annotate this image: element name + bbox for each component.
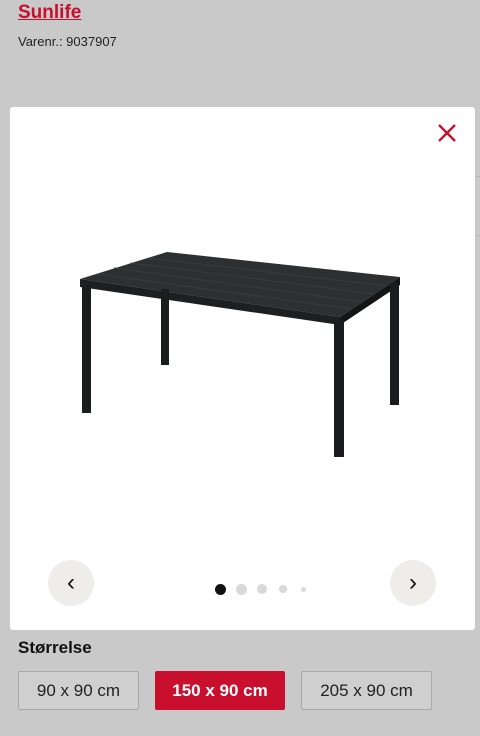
- pagination-dot[interactable]: [215, 583, 226, 595]
- close-icon[interactable]: [435, 121, 459, 145]
- pagination-dot[interactable]: [279, 585, 287, 593]
- pagination-dot[interactable]: [301, 586, 306, 592]
- size-heading: Størrelse: [18, 638, 92, 657]
- pagination-dot[interactable]: [236, 583, 247, 595]
- product-image-table: [80, 252, 400, 457]
- size-option-90x90[interactable]: 90 x 90 cm: [18, 671, 139, 710]
- size-option-205x90[interactable]: 205 x 90 cm: [301, 671, 432, 710]
- gallery-pagination: [215, 583, 306, 595]
- pagination-dot[interactable]: [257, 584, 267, 594]
- sku-number: Varenr.: 9037907: [18, 34, 117, 49]
- size-option-150x90[interactable]: 150 x 90 cm: [155, 671, 285, 710]
- next-image-button[interactable]: ›: [390, 560, 436, 606]
- previous-image-button[interactable]: ‹: [48, 560, 94, 606]
- brand-link[interactable]: Sunlife: [18, 2, 81, 24]
- image-gallery-modal: ‹ ›: [10, 107, 475, 630]
